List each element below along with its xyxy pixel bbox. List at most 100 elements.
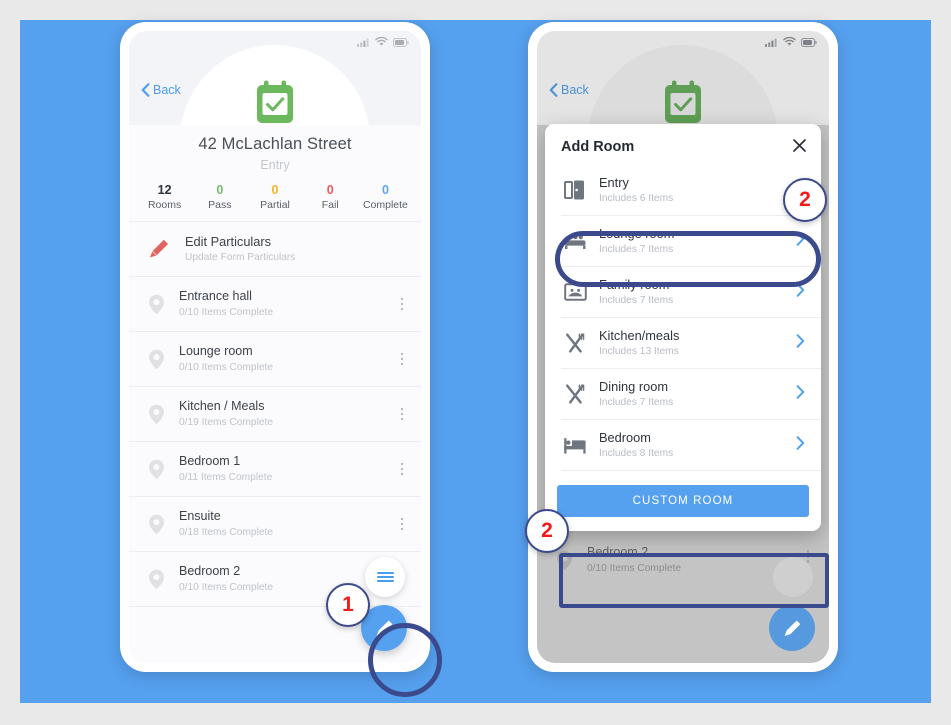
- edit-particulars-subtitle: Update Form Particulars: [185, 252, 296, 263]
- room-row-lounge-room[interactable]: Lounge room 0/10 Items Complete: [129, 332, 421, 386]
- room-row-entrance-hall[interactable]: Entrance hall 0/10 Items Complete: [129, 277, 421, 331]
- fab-menu-button-background[interactable]: [773, 557, 813, 597]
- room-progress: 0/10 Items Complete: [587, 563, 681, 574]
- back-button[interactable]: Back: [141, 83, 181, 97]
- callout-badge-2-top: 2: [783, 178, 827, 222]
- add-room-dialog-header: Add Room: [545, 124, 821, 165]
- room-name: Ensuite: [179, 509, 221, 523]
- right-header: Back: [537, 31, 829, 125]
- stat-complete-value: 0: [381, 183, 389, 197]
- room-row-text: Bedroom 1 0/11 Items Complete: [167, 453, 393, 485]
- room-progress: 0/10 Items Complete: [179, 307, 273, 318]
- kebab-menu-icon[interactable]: [393, 407, 411, 421]
- callout-badge-2-top-number: 2: [799, 188, 811, 211]
- hamburger-menu-icon: [376, 570, 394, 584]
- back-button-label: Back: [561, 83, 589, 97]
- stat-rooms-label: Rooms: [147, 199, 182, 211]
- add-room-option-entry[interactable]: Entry Includes 6 Items: [545, 165, 821, 215]
- signal-bars-icon: [765, 38, 777, 47]
- room-row-bedroom-1[interactable]: Bedroom 1 0/11 Items Complete: [129, 442, 421, 496]
- stat-pass-value: 0: [216, 183, 224, 197]
- edit-particulars-row[interactable]: Edit Particulars Update Form Particulars: [129, 222, 421, 276]
- tv-icon: [561, 282, 589, 302]
- add-room-option-text: Lounge room Includes 7 Items: [589, 225, 796, 257]
- wifi-icon: [783, 37, 796, 46]
- stat-partial-label: Partial: [260, 199, 290, 211]
- form-type-label: Entry: [260, 158, 290, 172]
- room-row-text: Kitchen / Meals 0/19 Items Complete: [167, 398, 393, 430]
- add-room-option-name: Dining room: [599, 379, 668, 394]
- stat-complete-label: Complete: [362, 199, 408, 211]
- room-progress: 0/19 Items Complete: [179, 417, 273, 428]
- sofa-icon: [561, 231, 589, 251]
- pencil-icon: [150, 239, 168, 258]
- room-row-kitchen-meals[interactable]: Kitchen / Meals 0/19 Items Complete: [129, 387, 421, 441]
- close-x-icon[interactable]: [792, 138, 807, 155]
- edit-particulars-title: Edit Particulars: [185, 234, 272, 249]
- fab-menu-button[interactable]: [365, 557, 405, 597]
- stat-partial-value: 0: [271, 183, 279, 197]
- add-room-option-subtitle: Includes 7 Items: [599, 244, 674, 255]
- room-progress: 0/10 Items Complete: [179, 362, 273, 373]
- wifi-icon: [375, 37, 388, 46]
- room-progress: 0/11 Items Complete: [179, 472, 273, 483]
- add-room-dialog: Add Room Entry Includes 6 Items Lounge r…: [545, 124, 821, 531]
- add-room-option-text: Dining room Includes 7 Items: [589, 378, 796, 410]
- phone-right-screen: Back Bedroom 2 0/10 Items Complete Add R…: [537, 31, 829, 663]
- left-header: Back: [129, 31, 421, 125]
- callout-badge-1: 1: [326, 583, 370, 627]
- custom-room-button[interactable]: CUSTOM ROOM: [557, 485, 809, 517]
- stat-pass-label: Pass: [208, 199, 232, 211]
- room-row-text: Lounge room 0/10 Items Complete: [167, 343, 393, 375]
- add-room-dialog-title: Add Room: [561, 138, 635, 155]
- add-room-option-bedroom[interactable]: Bedroom Includes 8 Items: [545, 420, 821, 470]
- page-title: 42 McLachlan Street: [198, 135, 352, 153]
- add-room-option-text: Kitchen/meals Includes 13 Items: [589, 327, 796, 359]
- back-button-label: Back: [153, 83, 181, 97]
- battery-icon: [801, 37, 817, 47]
- room-row-ensuite[interactable]: Ensuite 0/18 Items Complete: [129, 497, 421, 551]
- kebab-menu-icon[interactable]: [393, 297, 411, 311]
- room-progress: 0/18 Items Complete: [179, 527, 273, 538]
- add-room-option-text: Entry Includes 6 Items: [589, 174, 807, 206]
- kebab-menu-icon[interactable]: [393, 517, 411, 531]
- pencil-icon: [784, 619, 800, 636]
- signal-bars-icon: [357, 38, 369, 47]
- room-name: Bedroom 2: [587, 545, 649, 559]
- stat-pass: 0 Pass: [192, 182, 247, 213]
- stat-complete: 0 Complete: [358, 182, 413, 213]
- callout-badge-2-bottom: 2: [525, 509, 569, 553]
- chevron-left-icon: [141, 83, 150, 97]
- add-room-option-text: Bedroom Includes 8 Items: [589, 429, 796, 461]
- screenshot-root: Back 42 McLachlan Street Entry 12 Rooms …: [0, 0, 951, 725]
- map-pin-icon: [145, 404, 167, 425]
- room-row-text: Bedroom 2 0/10 Items Complete: [575, 544, 801, 576]
- map-pin-icon: [145, 349, 167, 370]
- bed-icon: [561, 435, 589, 455]
- stat-rooms: 12 Rooms: [137, 182, 192, 213]
- add-room-option-text: Family room Includes 7 Items: [589, 276, 796, 308]
- edit-particulars-text: Edit Particulars Update Form Particulars: [185, 233, 295, 265]
- add-room-option-subtitle: Includes 13 Items: [599, 346, 679, 357]
- kebab-menu-icon[interactable]: [393, 462, 411, 476]
- callout-badge-1-number: 1: [342, 593, 354, 616]
- callout-badge-2-bottom-number: 2: [541, 519, 553, 542]
- back-button[interactable]: Back: [549, 83, 589, 97]
- room-name: Lounge room: [179, 344, 253, 358]
- room-row-text: Ensuite 0/18 Items Complete: [167, 508, 393, 540]
- add-room-option-subtitle: Includes 7 Items: [599, 397, 674, 408]
- map-pin-icon: [145, 569, 167, 590]
- add-room-option-name: Entry: [599, 175, 629, 190]
- stat-rooms-value: 12: [157, 183, 172, 197]
- stat-partial: 0 Partial: [247, 182, 302, 213]
- add-room-option-dining-room[interactable]: Dining room Includes 7 Items: [545, 369, 821, 419]
- add-room-option-family-room[interactable]: Family room Includes 7 Items: [545, 267, 821, 317]
- add-room-option-lounge-room[interactable]: Lounge room Includes 7 Items: [545, 216, 821, 266]
- fab-edit-button-background[interactable]: [769, 605, 815, 651]
- add-room-option-kitchen-meals[interactable]: Kitchen/meals Includes 13 Items: [545, 318, 821, 368]
- add-room-option-subtitle: Includes 6 Items: [599, 193, 674, 204]
- map-pin-icon: [145, 514, 167, 535]
- room-name: Kitchen / Meals: [179, 399, 265, 413]
- kebab-menu-icon[interactable]: [393, 352, 411, 366]
- stat-fail-value: 0: [326, 183, 334, 197]
